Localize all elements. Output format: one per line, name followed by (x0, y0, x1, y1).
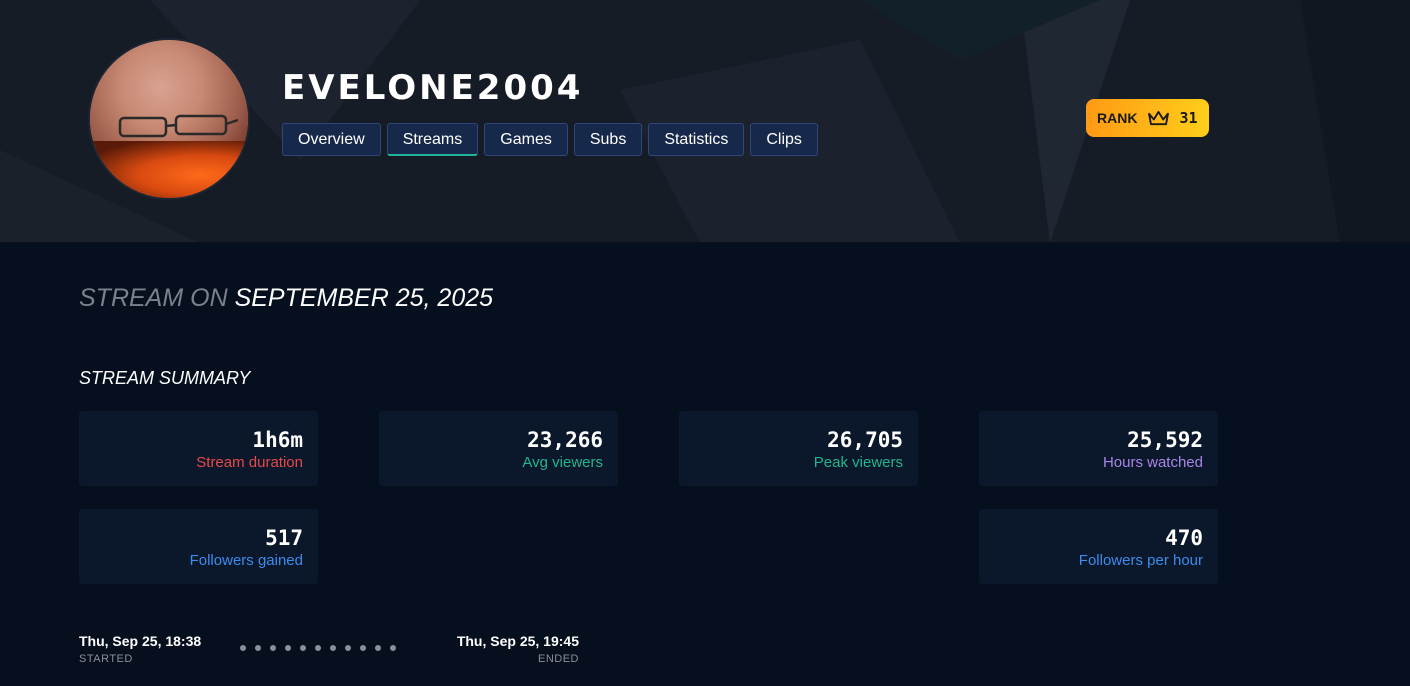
end-time: Thu, Sep 25, 19:45 (456, 633, 579, 649)
stat-value: 25,592 (1127, 428, 1203, 452)
stat-value: 470 (1165, 526, 1203, 550)
stat-label: Stream duration (196, 454, 303, 471)
tab-streams[interactable]: Streams (386, 123, 479, 156)
end-label: ENDED (537, 653, 579, 665)
crown-icon (1148, 110, 1170, 125)
channel-tabs: Overview Streams Games Subs Statistics C… (282, 123, 818, 156)
stat-value: 26,705 (827, 428, 903, 452)
stat-card-peak-viewers: 26,705 Peak viewers (679, 411, 918, 486)
stat-value: 1h6m (252, 428, 303, 452)
start-label: STARTED (79, 653, 133, 665)
channel-name: EVELONE2004 (282, 68, 584, 108)
rank-badge[interactable]: RANK 31 (1086, 99, 1209, 137)
stat-label: Peak viewers (813, 454, 903, 471)
stat-value: 517 (265, 526, 303, 550)
page-title-date: SEPTEMBER 25, 2025 (234, 284, 494, 312)
timeline-dots (240, 645, 396, 651)
stat-card-followers-gained: 517 Followers gained (79, 509, 318, 584)
stat-card-followers-per-hour: 470 Followers per hour (979, 509, 1218, 584)
page-title-prefix: STREAM ON (79, 284, 228, 312)
tab-subs[interactable]: Subs (573, 123, 643, 156)
rank-value: 31 (1179, 109, 1198, 127)
stat-card-duration: 1h6m Stream duration (79, 411, 318, 486)
tab-statistics[interactable]: Statistics (648, 123, 745, 156)
page-title: STREAM ON SEPTEMBER 25, 2025 (79, 284, 493, 313)
stat-label: Followers gained (189, 552, 303, 569)
stat-label: Avg viewers (522, 454, 603, 471)
tab-clips[interactable]: Clips (750, 123, 818, 156)
tab-games[interactable]: Games (484, 123, 568, 156)
stat-card-avg-viewers: 23,266 Avg viewers (379, 411, 618, 486)
stream-start: Thu, Sep 25, 18:38 STARTED (79, 633, 201, 665)
rank-label: RANK (1097, 110, 1138, 126)
channel-header: EVELONE2004 Overview Streams Games Subs … (0, 0, 1410, 243)
stat-card-hours-watched: 25,592 Hours watched (979, 411, 1218, 486)
stat-label: Hours watched (1102, 454, 1203, 471)
start-time: Thu, Sep 25, 18:38 (79, 633, 202, 649)
stat-label: Followers per hour (1078, 552, 1203, 569)
avatar[interactable] (88, 38, 250, 200)
stream-end: Thu, Sep 25, 19:45 ENDED (456, 633, 579, 665)
stat-value: 23,266 (527, 428, 603, 452)
avatar-image (118, 114, 238, 138)
stream-summary-title: STREAM SUMMARY (79, 368, 251, 388)
tab-overview[interactable]: Overview (282, 123, 381, 156)
